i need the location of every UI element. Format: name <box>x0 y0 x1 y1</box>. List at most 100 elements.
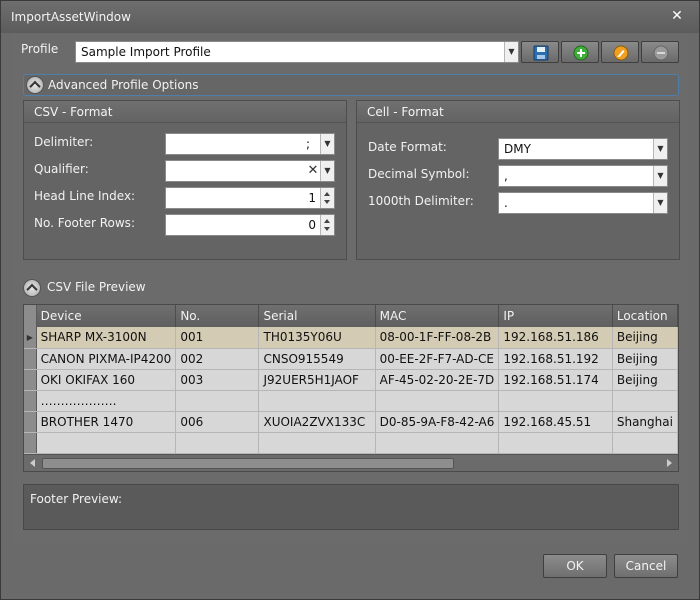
column-header[interactable]: Device <box>36 305 177 327</box>
scroll-right-icon[interactable] <box>667 459 672 467</box>
cancel-button[interactable]: Cancel <box>614 554 678 578</box>
table-cell[interactable]: TH0135Y06U <box>258 327 376 349</box>
horizontal-scrollbar[interactable] <box>24 454 678 471</box>
collapse-icon[interactable] <box>26 76 44 94</box>
table-cell[interactable]: CNSO915549 <box>258 348 376 370</box>
table-cell[interactable] <box>612 390 678 412</box>
head-line-index-value: 1 <box>308 191 316 205</box>
table-cell[interactable] <box>375 432 500 454</box>
table-cell[interactable]: XUOIA2ZVX133C <box>258 411 376 433</box>
table-cell[interactable]: 192.168.51.192 <box>498 348 613 370</box>
table-cell[interactable] <box>498 390 613 412</box>
table-cell[interactable]: Shanghai <box>612 411 678 433</box>
table-cell[interactable]: Beijing <box>612 369 678 391</box>
save-profile-button[interactable] <box>521 41 559 63</box>
footer-preview-panel: Footer Preview: <box>23 484 679 530</box>
table-cell[interactable]: ………………. <box>36 390 177 412</box>
head-line-index-label: Head Line Index: <box>34 189 136 203</box>
table-cell[interactable]: BROTHER 1470 <box>36 411 177 433</box>
table-cell[interactable]: 003 <box>175 369 260 391</box>
scroll-left-icon[interactable] <box>30 459 35 467</box>
column-header[interactable]: Serial <box>258 305 376 327</box>
add-profile-button[interactable] <box>561 41 599 63</box>
qualifier-field[interactable]: ✕ ▼ <box>165 160 335 182</box>
thousand-delimiter-combo[interactable]: . ▼ <box>498 192 668 214</box>
head-line-index-stepper[interactable]: 1 <box>165 187 335 209</box>
csv-preview-grid[interactable]: Device No. Serial MAC IP Location ▶ SHAR… <box>23 304 679 472</box>
table-row[interactable]: CANON PIXMA-IP4200 002 CNSO915549 00-EE-… <box>24 348 678 370</box>
header-row: Device No. Serial MAC IP Location <box>24 305 678 327</box>
window-title: ImportAssetWindow <box>11 10 131 24</box>
table-cell[interactable]: 006 <box>175 411 260 433</box>
chevron-down-icon[interactable]: ▼ <box>504 42 518 62</box>
column-header[interactable]: IP <box>498 305 613 327</box>
table-cell[interactable] <box>612 432 678 454</box>
table-cell[interactable] <box>258 390 376 412</box>
advanced-options-expander[interactable]: Advanced Profile Options <box>23 74 679 96</box>
table-cell[interactable] <box>375 390 500 412</box>
row-header <box>24 369 37 391</box>
title-bar[interactable]: ImportAssetWindow ✕ <box>1 1 699 33</box>
footer-rows-value: 0 <box>308 218 316 232</box>
chevron-down-icon[interactable]: ▼ <box>653 139 667 159</box>
chevron-down-icon[interactable]: ▼ <box>320 161 334 181</box>
table-cell[interactable] <box>258 432 376 454</box>
remove-profile-button[interactable] <box>641 41 679 63</box>
table-cell[interactable]: 002 <box>175 348 260 370</box>
table-cell[interactable]: 001 <box>175 327 260 349</box>
decimal-symbol-combo[interactable]: , ▼ <box>498 165 668 187</box>
table-row[interactable]: ………………. <box>24 390 678 412</box>
table-cell[interactable]: 192.168.45.51 <box>498 411 613 433</box>
table-cell[interactable] <box>36 432 177 454</box>
table-cell[interactable]: AF-45-02-20-2E-7D <box>375 369 500 391</box>
date-format-combo[interactable]: DMY ▼ <box>498 138 668 160</box>
current-row-icon: ▶ <box>24 327 37 349</box>
spin-icon[interactable] <box>320 215 334 235</box>
profile-combo[interactable]: Sample Import Profile ▼ <box>75 41 519 63</box>
table-cell[interactable]: OKI OKIFAX 160 <box>36 369 177 391</box>
table-cell[interactable]: Beijing <box>612 348 678 370</box>
chevron-down-icon[interactable]: ▼ <box>653 193 667 213</box>
edit-profile-button[interactable] <box>601 41 639 63</box>
csv-preview-expander[interactable]: CSV File Preview <box>23 277 679 299</box>
table-row[interactable]: ▶ SHARP MX-3100N 001 TH0135Y06U 08-00-1F… <box>24 327 678 349</box>
spin-icon[interactable] <box>320 188 334 208</box>
table-cell[interactable]: 192.168.51.186 <box>498 327 613 349</box>
delimiter-field[interactable]: ; ▼ <box>165 133 335 155</box>
table-cell[interactable]: D0-85-9A-F8-42-A6 <box>375 411 500 433</box>
table-cell[interactable] <box>498 432 613 454</box>
table-cell[interactable]: 192.168.51.174 <box>498 369 613 391</box>
profile-label: Profile <box>21 42 59 56</box>
table-cell[interactable]: J92UER5H1JAOF <box>258 369 376 391</box>
chevron-down-icon[interactable]: ▼ <box>320 134 334 154</box>
decimal-symbol-value: , <box>504 169 508 183</box>
chevron-down-icon[interactable]: ▼ <box>653 166 667 186</box>
table-cell[interactable]: 08-00-1F-FF-08-2B <box>375 327 500 349</box>
table-row[interactable]: BROTHER 1470 006 XUOIA2ZVX133C D0-85-9A-… <box>24 411 678 433</box>
table-cell[interactable]: CANON PIXMA-IP4200 <box>36 348 177 370</box>
table-cell[interactable]: SHARP MX-3100N <box>36 327 177 349</box>
column-header[interactable]: No. <box>175 305 260 327</box>
scrollbar-thumb[interactable] <box>42 458 454 469</box>
table-cell[interactable] <box>175 390 260 412</box>
close-icon[interactable]: ✕ <box>669 8 685 24</box>
csv-format-group: CSV - Format Delimiter: ; ▼ Qualifier: ✕… <box>23 100 347 260</box>
preview-table: Device No. Serial MAC IP Location ▶ SHAR… <box>24 305 678 454</box>
window-client-area: Profile Sample Import Profile ▼ Advanced… <box>11 33 689 543</box>
table-row[interactable]: OKI OKIFAX 160 003 J92UER5H1JAOF AF-45-0… <box>24 369 678 391</box>
column-header[interactable]: Location <box>612 305 678 327</box>
decimal-symbol-label: Decimal Symbol: <box>368 167 470 181</box>
footer-rows-stepper[interactable]: 0 <box>165 214 335 236</box>
collapse-icon[interactable] <box>23 279 41 297</box>
clear-icon[interactable]: ✕ <box>306 161 320 181</box>
qualifier-label: Qualifier: <box>34 162 89 176</box>
ok-button[interactable]: OK <box>543 554 607 578</box>
table-cell[interactable] <box>175 432 260 454</box>
table-row[interactable] <box>24 432 678 454</box>
remove-icon <box>653 45 669 61</box>
table-cell[interactable]: Beijing <box>612 327 678 349</box>
column-header[interactable]: MAC <box>375 305 500 327</box>
table-cell[interactable]: 00-EE-2F-F7-AD-CE <box>375 348 500 370</box>
thousand-delimiter-value: . <box>504 196 508 210</box>
footer-rows-label: No. Footer Rows: <box>34 216 135 230</box>
